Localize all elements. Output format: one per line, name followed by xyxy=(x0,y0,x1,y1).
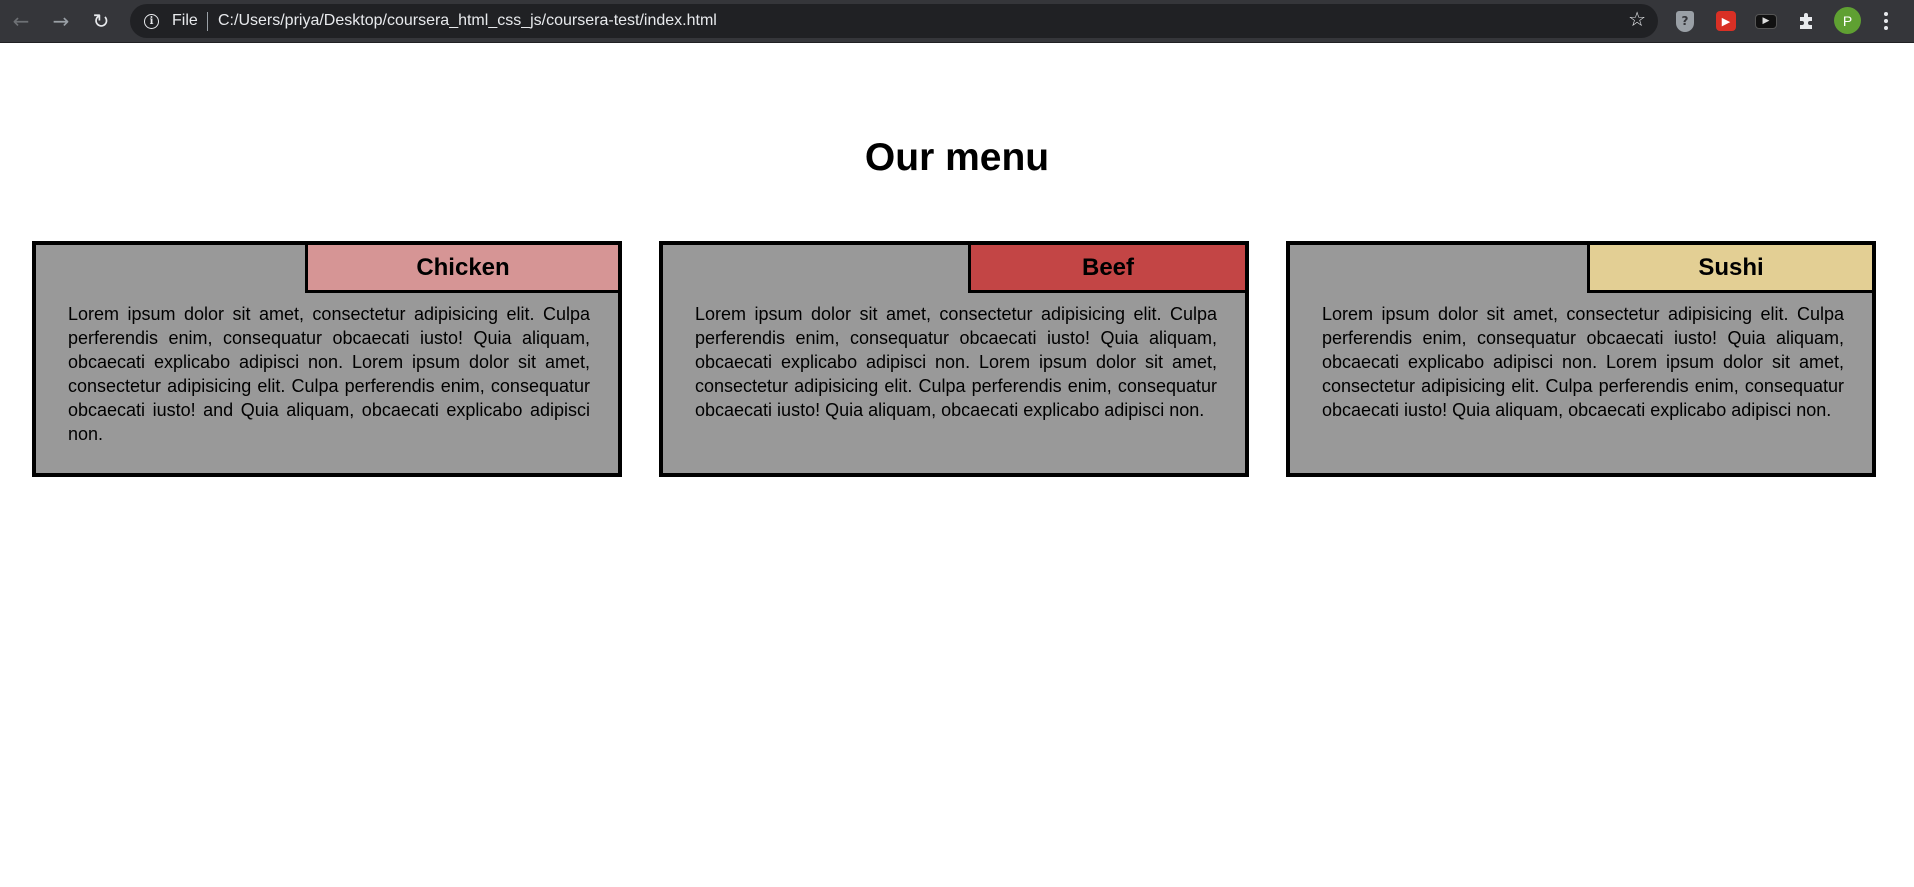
section-title-sushi: Sushi xyxy=(1587,245,1872,293)
forward-arrow-icon[interactable]: → xyxy=(47,7,75,35)
red-extension-icon[interactable]: ▶ xyxy=(1714,9,1738,33)
info-icon[interactable]: i xyxy=(144,14,159,29)
puzzle-extensions-icon[interactable] xyxy=(1795,9,1819,33)
kebab-menu-icon[interactable] xyxy=(1876,10,1896,32)
star-icon[interactable]: ☆ xyxy=(1628,9,1646,29)
reload-icon[interactable]: ↻ xyxy=(87,7,115,35)
address-bar[interactable]: i File C:/Users/priya/Desktop/coursera_h… xyxy=(130,4,1658,38)
avatar[interactable]: P xyxy=(1834,7,1861,34)
menu-section-beef: Beef Lorem ipsum dolor sit amet, consect… xyxy=(659,241,1249,477)
section-text: Lorem ipsum dolor sit amet, consectetur … xyxy=(68,304,590,444)
section-text: Lorem ipsum dolor sit amet, consectetur … xyxy=(1322,304,1844,420)
video-extension-icon[interactable]: ▶ xyxy=(1754,9,1778,33)
section-title-beef: Beef xyxy=(968,245,1245,293)
browser-toolbar: ← → ↻ i File C:/Users/priya/Desktop/cour… xyxy=(0,0,1914,43)
menu-section-sushi: Sushi Lorem ipsum dolor sit amet, consec… xyxy=(1286,241,1876,477)
section-text: Lorem ipsum dolor sit amet, consectetur … xyxy=(695,304,1217,420)
section-title-chicken: Chicken xyxy=(305,245,618,293)
page-title: Our menu xyxy=(864,136,1050,179)
back-arrow-icon[interactable]: ← xyxy=(7,7,35,35)
shield-extension-icon[interactable]: ? xyxy=(1673,9,1697,33)
url-text[interactable]: C:/Users/priya/Desktop/coursera_html_css… xyxy=(218,12,717,30)
address-separator xyxy=(207,12,208,31)
menu-section-chicken: Chicken Lorem ipsum dolor sit amet, cons… xyxy=(32,241,622,477)
scheme-label: File xyxy=(172,12,198,29)
